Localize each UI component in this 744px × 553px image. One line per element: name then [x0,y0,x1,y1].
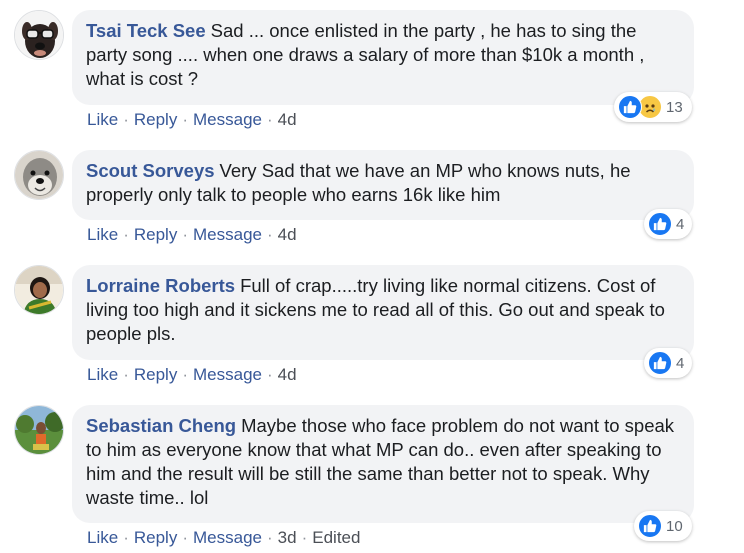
like-icon [638,514,662,538]
timestamp-link[interactable]: 4d [278,110,297,129]
comment-actions: Like · Reply · Message · 4d [87,110,297,129]
comment-actions: Like · Reply · Message · 4d [87,365,297,384]
comment-bubble: Scout Sorveys Very Sad that we have an MP… [72,150,694,220]
comment-author-link[interactable]: Scout Sorveys [86,160,215,181]
avatar[interactable] [14,265,64,315]
message-link[interactable]: Message [193,225,262,244]
avatar[interactable] [14,405,64,455]
avatar[interactable] [14,10,64,60]
comment-author-link[interactable]: Tsai Teck See [86,20,206,41]
reaction-count: 4 [676,354,685,372]
reaction-count: 13 [666,98,683,116]
reply-link[interactable]: Reply [134,365,177,384]
comment-bubble: Lorraine Roberts Full of crap.....try liv… [72,265,694,360]
avatar[interactable] [14,150,64,200]
comment-actions: Like · Reply · Message · 4d [87,225,297,244]
reactions-badge[interactable]: 13 [614,92,692,122]
reply-link[interactable]: Reply [134,225,177,244]
reactions-badge[interactable]: 4 [644,348,692,378]
like-icon [618,95,642,119]
comment-bubble: Tsai Teck See Sad ... once enlisted in th… [72,10,694,105]
timestamp-link[interactable]: 3d [278,528,297,547]
like-link[interactable]: Like [87,225,118,244]
reply-link[interactable]: Reply [134,110,177,129]
reaction-count: 4 [676,215,685,233]
comment-bubble: Sebastian Cheng Maybe those who face prob… [72,405,694,523]
comment-actions: Like · Reply · Message · 3d · Edited [87,528,361,547]
message-link[interactable]: Message [193,110,262,129]
timestamp-link[interactable]: 4d [278,225,297,244]
edited-link[interactable]: Edited [312,528,360,547]
reactions-badge[interactable]: 4 [644,209,692,239]
schnauzer-avatar-image [15,151,63,199]
dog-avatar-image [15,11,63,59]
timestamp-link[interactable]: 4d [278,365,297,384]
person-avatar-image [15,266,63,314]
reply-link[interactable]: Reply [134,528,177,547]
message-link[interactable]: Message [193,528,262,547]
like-icon [648,351,672,375]
message-link[interactable]: Message [193,365,262,384]
like-link[interactable]: Like [87,365,118,384]
comment-author-link[interactable]: Sebastian Cheng [86,415,236,436]
like-icon [648,212,672,236]
like-link[interactable]: Like [87,528,118,547]
outdoor-avatar-image [15,406,63,454]
reaction-count: 10 [666,517,683,535]
comment-author-link[interactable]: Lorraine Roberts [86,275,235,296]
like-link[interactable]: Like [87,110,118,129]
reactions-badge[interactable]: 10 [634,511,692,541]
